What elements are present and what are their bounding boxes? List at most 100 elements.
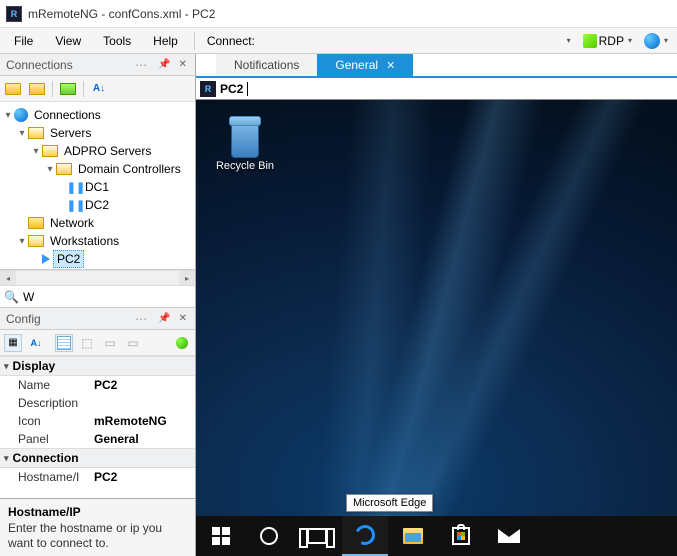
tree-search-input[interactable] (23, 290, 191, 304)
prop-value[interactable]: PC2 (90, 378, 195, 392)
scroll-right-button[interactable]: ▸ (179, 271, 195, 285)
tree-label-selected: PC2 (53, 250, 84, 268)
alphabetical-button[interactable]: A↓ (27, 334, 45, 352)
menu-tools[interactable]: Tools (93, 30, 141, 52)
categorized-button[interactable]: ▦ (4, 334, 22, 352)
chevron-down-icon[interactable]: ▾ (4, 453, 9, 464)
tree-label: Workstations (47, 233, 122, 249)
default2-button[interactable]: ▭ (124, 334, 142, 352)
scroll-left-button[interactable]: ◂ (0, 271, 16, 285)
sort-button[interactable]: A↓ (90, 80, 108, 98)
connect-label: Connect: (201, 30, 261, 52)
menu-view[interactable]: View (45, 30, 91, 52)
tree-search: 🔍 (0, 286, 195, 308)
menu-bar: File View Tools Help Connect: ▾ RDP ▾ ▾ (0, 28, 677, 54)
file-explorer-icon (403, 528, 423, 544)
session-icon: R (200, 81, 216, 97)
tree-label: ADPRO Servers (61, 143, 154, 159)
start-button[interactable] (198, 516, 244, 556)
tab-general[interactable]: General ✕ (317, 54, 413, 76)
taskbar-store[interactable] (438, 516, 484, 556)
quick-connect-dropdown[interactable]: ▾ (560, 33, 576, 48)
menu-separator (194, 32, 195, 50)
prop-row-name[interactable]: Name PC2 (0, 376, 195, 394)
edge-icon (352, 522, 378, 548)
tree-folder-servers[interactable]: ▾ Servers (2, 124, 193, 142)
cortana-button[interactable] (246, 516, 292, 556)
prop-value[interactable]: PC2 (90, 470, 195, 484)
property-help: Hostname/IP Enter the hostname or ip you… (0, 498, 195, 556)
config-panel-title: Config (6, 312, 131, 326)
new-connection-button[interactable] (4, 80, 22, 98)
remote-desktop-view[interactable]: Recycle Bin Microsoft Edge (196, 100, 677, 556)
expander-icon[interactable]: ▾ (2, 110, 14, 121)
external-tools-dropdown[interactable]: ▾ (639, 30, 673, 52)
recycle-bin-icon (225, 114, 265, 158)
prop-row-hostname[interactable]: Hostname/I PC2 (0, 468, 195, 486)
taskbar-mail[interactable] (486, 516, 532, 556)
prop-row-panel[interactable]: Panel General (0, 430, 195, 448)
panel-options-icon[interactable]: ⋯ (135, 58, 148, 72)
expander-icon[interactable]: ▾ (44, 164, 56, 175)
category-label: Connection (13, 451, 79, 465)
connections-toolbar: A↓ (0, 76, 195, 102)
desktop-icon-label: Recycle Bin (210, 160, 280, 172)
property-button[interactable] (55, 334, 73, 352)
prop-row-description[interactable]: Description (0, 394, 195, 412)
protocol-label: RDP (599, 34, 624, 48)
tree-label: Network (47, 215, 97, 231)
taskbar-edge[interactable] (342, 516, 388, 556)
tree-folder-network[interactable]: Network (2, 214, 193, 232)
tree-root[interactable]: ▾ Connections (2, 106, 193, 124)
category-connection[interactable]: ▾ Connection (0, 448, 195, 468)
prop-value[interactable]: mRemoteNG (90, 414, 195, 428)
help-title: Hostname/IP (8, 505, 187, 519)
close-icon[interactable]: ✕ (177, 313, 189, 324)
connections-panel-header: Connections ⋯ 📌 ✕ (0, 54, 195, 76)
protocol-dropdown[interactable]: RDP ▾ (578, 31, 637, 51)
category-label: Display (13, 359, 56, 373)
default-button[interactable]: ▭ (101, 334, 119, 352)
desktop-icon-recycle-bin[interactable]: Recycle Bin (210, 114, 280, 172)
expander-icon[interactable]: ▾ (30, 146, 42, 157)
tab-close-icon[interactable]: ✕ (386, 59, 395, 72)
category-display[interactable]: ▾ Display (0, 356, 195, 376)
tab-notifications[interactable]: Notifications (216, 54, 317, 76)
tree-folder-adpro[interactable]: ▾ ADPRO Servers (2, 142, 193, 160)
new-folder-button[interactable] (28, 80, 46, 98)
folder-open-icon (42, 145, 58, 157)
store-icon (452, 527, 470, 545)
search-icon: 🔍 (4, 290, 19, 304)
property-grid[interactable]: ▾ Display Name PC2 Description Icon mRem… (0, 356, 195, 498)
prop-value[interactable]: General (90, 432, 195, 446)
expander-icon[interactable]: ▾ (16, 128, 28, 139)
panel-options-icon[interactable]: ⋯ (135, 312, 148, 326)
taskbar-explorer[interactable] (390, 516, 436, 556)
chevron-down-icon[interactable]: ▾ (4, 361, 9, 372)
tree-folder-workstations[interactable]: ▾ Workstations (2, 232, 193, 250)
prop-row-icon[interactable]: Icon mRemoteNG (0, 412, 195, 430)
tree-item-pc2[interactable]: PC2 (2, 250, 193, 268)
connections-tree[interactable]: ▾ Connections ▾ Servers (0, 102, 195, 270)
menu-help[interactable]: Help (143, 30, 188, 52)
connection-icon: ❚❚ (70, 198, 82, 212)
close-icon[interactable]: ✕ (177, 59, 189, 70)
pin-icon[interactable]: 📌 (156, 59, 172, 70)
tree-item-dc1[interactable]: ❚❚ DC1 (2, 178, 193, 196)
menu-file[interactable]: File (4, 30, 43, 52)
tree-item-dc2[interactable]: ❚❚ DC2 (2, 196, 193, 214)
connections-panel-title: Connections (6, 58, 131, 72)
tree-folder-dc[interactable]: ▾ Domain Controllers (2, 160, 193, 178)
cortana-icon (260, 527, 278, 545)
pin-icon[interactable]: 📌 (156, 313, 172, 324)
remote-taskbar (196, 516, 677, 556)
window-titlebar: R mRemoteNG - confCons.xml - PC2 (0, 0, 677, 28)
rdp-icon (583, 34, 597, 48)
status-dot (173, 334, 191, 352)
tree-h-scrollbar[interactable]: ◂ ▸ (0, 270, 195, 286)
expander-icon[interactable]: ▾ (16, 236, 28, 247)
tree-label: Servers (47, 125, 94, 141)
expand-button[interactable] (59, 80, 77, 98)
taskview-button[interactable] (294, 516, 340, 556)
inheritance-button[interactable]: ⬚ (78, 334, 96, 352)
